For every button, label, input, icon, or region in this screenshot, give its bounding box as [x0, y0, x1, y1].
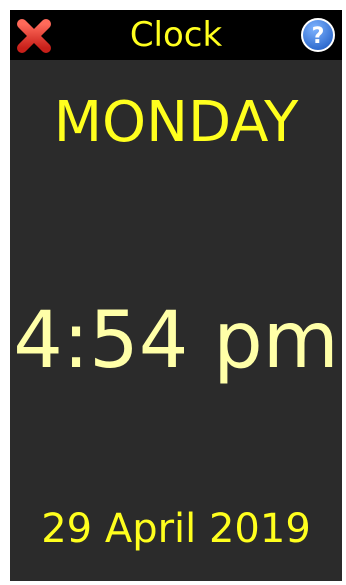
title-bar: Clock ?	[10, 10, 342, 60]
clock-screen: Clock ? MONDAY 4:54 pm 29 April 2019	[10, 10, 342, 581]
current-time: 4:54 pm	[13, 296, 339, 386]
svg-text:?: ?	[312, 24, 325, 49]
help-question-icon: ?	[301, 18, 335, 52]
current-date: 29 April 2019	[41, 506, 311, 552]
help-button[interactable]: ?	[300, 17, 336, 53]
day-of-week: MONDAY	[53, 90, 299, 155]
close-x-icon	[17, 19, 51, 53]
app-title: Clock	[129, 15, 223, 55]
close-button[interactable]	[14, 17, 54, 55]
